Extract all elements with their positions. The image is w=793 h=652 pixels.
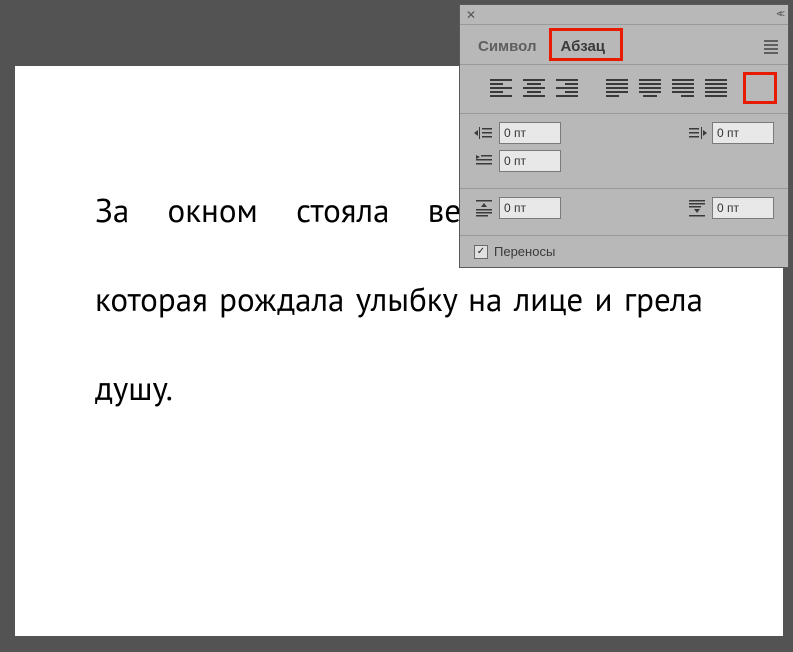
space-after-icon: [687, 199, 707, 217]
space-before-icon: [474, 199, 494, 217]
spacing-section: [460, 189, 788, 236]
align-center-icon[interactable]: [521, 77, 547, 99]
justify-full-icon[interactable]: [703, 77, 729, 99]
space-before-input[interactable]: [499, 197, 561, 219]
hyphenation-label: Переносы: [494, 244, 555, 259]
close-icon[interactable]: ✕: [466, 8, 476, 22]
justify-center-icon[interactable]: [637, 77, 663, 99]
collapse-icon[interactable]: <<: [776, 9, 782, 20]
first-line-indent-input[interactable]: [499, 150, 561, 172]
justify-full-highlight: [743, 72, 777, 104]
indent-left-icon: [474, 125, 494, 141]
indent-left-input[interactable]: [499, 122, 561, 144]
indent-right-icon: [687, 125, 707, 141]
align-left-icon[interactable]: [488, 77, 514, 99]
space-after-input[interactable]: [712, 197, 774, 219]
hyphenation-row: ✓ Переносы: [460, 236, 788, 267]
hyphenation-checkbox[interactable]: ✓: [474, 245, 488, 259]
align-right-icon[interactable]: [554, 77, 580, 99]
indent-right-input[interactable]: [712, 122, 774, 144]
paragraph-panel: ✕ << Символ Абзац: [459, 4, 789, 268]
tab-symbol[interactable]: Символ: [466, 32, 549, 61]
tab-paragraph[interactable]: Абзац: [549, 32, 618, 61]
first-line-indent-icon: [474, 153, 494, 169]
alignment-row: [460, 65, 788, 114]
justify-left-icon[interactable]: [604, 77, 630, 99]
panel-menu-icon[interactable]: [760, 36, 782, 58]
panel-header: ✕ <<: [460, 5, 788, 25]
justify-right-icon[interactable]: [670, 77, 696, 99]
indent-section: [460, 114, 788, 189]
tabs-row: Символ Абзац: [460, 25, 788, 65]
